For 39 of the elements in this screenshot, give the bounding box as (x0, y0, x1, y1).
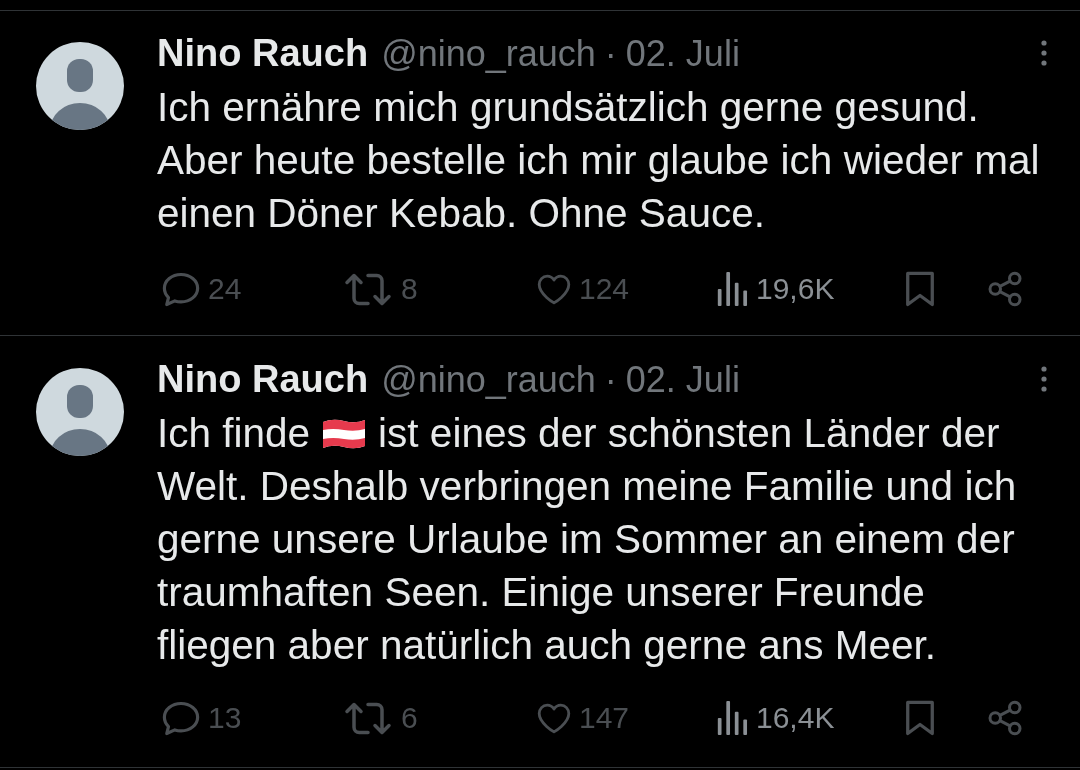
bookmark-button[interactable] (905, 700, 935, 736)
more-button[interactable] (1040, 38, 1048, 68)
reply-icon (162, 700, 200, 736)
like-button[interactable]: 147 (537, 698, 630, 738)
share-icon (987, 700, 1023, 736)
bookmark-button[interactable] (905, 271, 935, 307)
repost-button[interactable]: 6 (343, 698, 418, 738)
tweet-text: Ich finde ist eines der schönsten Länder der Welt. Deshalb verbringen meine Familie und ich gerne unsere Urlaube im Sommer an einem der traumhaften Seen. Einige unserer Freunde fliegen aber natürlich auch gerne ans Meer. (157, 409, 1018, 670)
like-button[interactable]: 124 (537, 269, 630, 309)
tweet-text: Ich ernähre mich grundsätzlich gerne gesund. Aber heute bestelle ich mir glaube ich wieder mal einen Döner Kebab. Ohne Sauce. (157, 83, 1041, 238)
share-button[interactable] (987, 271, 1023, 307)
bookmark-icon (905, 700, 935, 736)
repost-icon (343, 700, 393, 736)
author-name[interactable]: Nino Rauch (157, 31, 369, 75)
post-date[interactable]: 02. Juli (625, 32, 740, 76)
heart-icon (537, 702, 571, 734)
views-button[interactable]: 19,6K (717, 269, 835, 309)
reply-button[interactable]: 13 (162, 698, 242, 738)
more-icon (1041, 366, 1047, 392)
separator-dot: · (604, 358, 617, 402)
bar-chart-icon (717, 701, 748, 735)
flag-icon (321, 417, 368, 451)
author-handle: @nino_rauch (381, 32, 596, 76)
bar-chart-icon (717, 272, 748, 306)
reply-icon (162, 271, 200, 307)
post-date[interactable]: 02. Juli (625, 358, 740, 402)
bookmark-icon (905, 271, 935, 307)
author-name[interactable]: Nino Rauch (157, 357, 369, 401)
separator-dot: · (604, 32, 617, 76)
more-button[interactable] (1040, 364, 1048, 394)
views-button[interactable]: 16,4K (717, 698, 835, 738)
reply-button[interactable]: 24 (162, 269, 242, 309)
more-icon (1041, 40, 1047, 66)
heart-icon (537, 273, 571, 305)
share-button[interactable] (987, 700, 1023, 736)
share-icon (987, 271, 1023, 307)
repost-icon (343, 271, 393, 307)
repost-button[interactable]: 8 (343, 269, 418, 309)
author-handle: @nino_rauch (381, 358, 596, 402)
